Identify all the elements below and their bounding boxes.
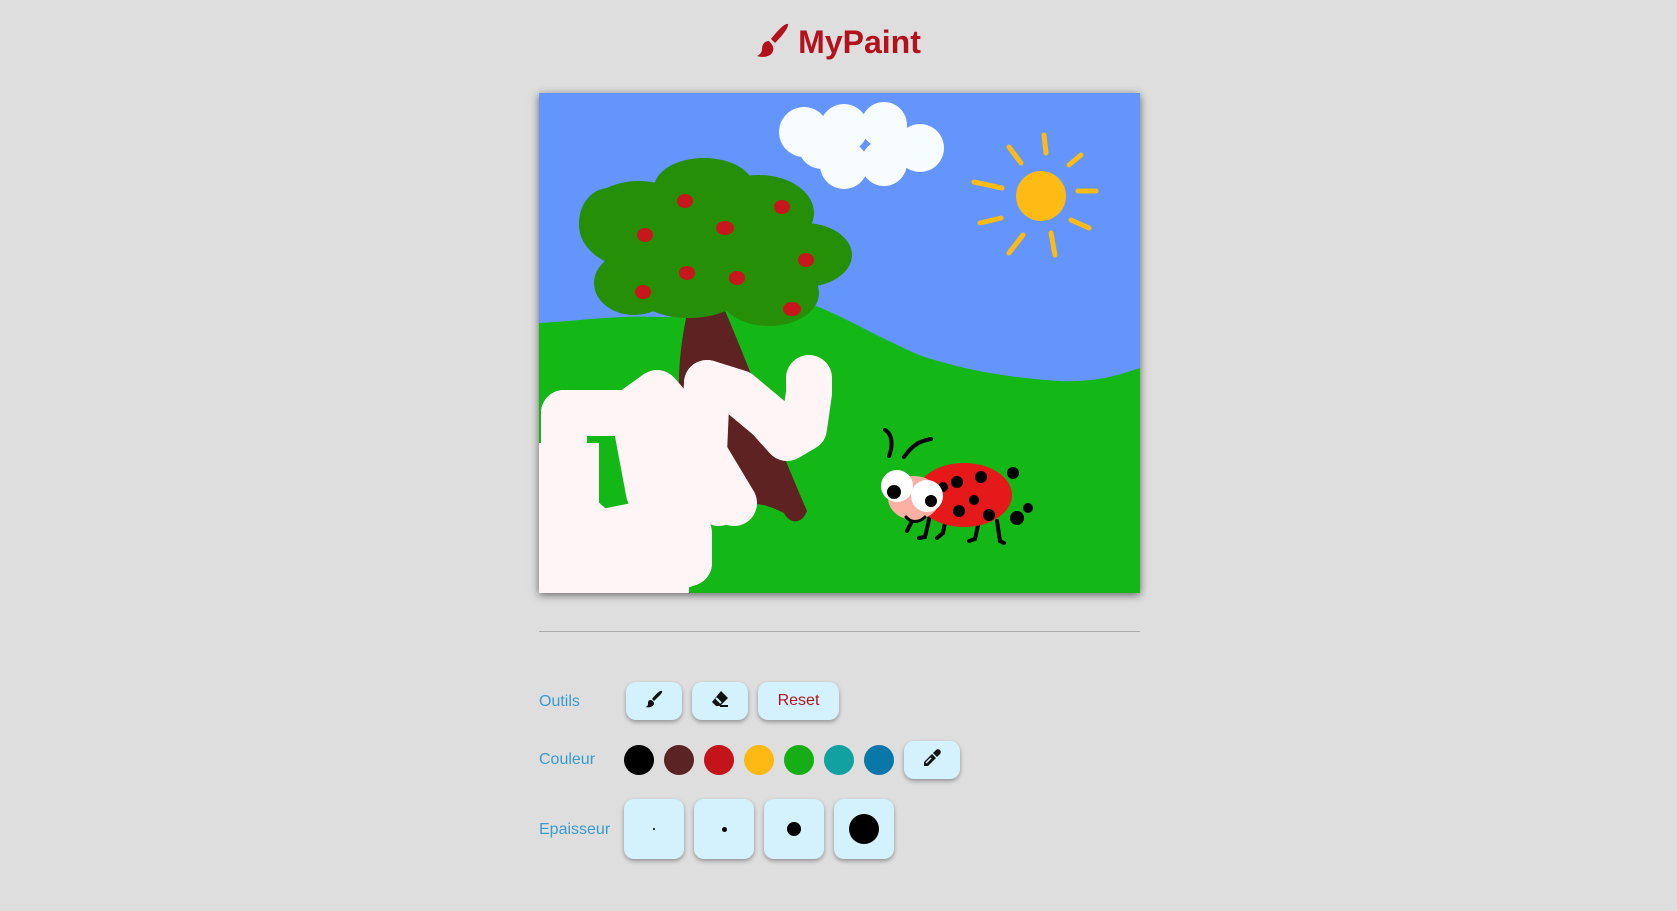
color-label: Couleur	[539, 751, 596, 768]
thickness-small-button[interactable]	[694, 799, 754, 859]
color-swatch-yellow[interactable]	[744, 745, 774, 775]
color-swatch-teal[interactable]	[824, 745, 854, 775]
tools-label: Outils	[539, 693, 580, 710]
thickness-dot	[721, 826, 727, 832]
color-swatch-green[interactable]	[784, 745, 814, 775]
reset-button[interactable]: Reset	[758, 682, 839, 720]
thickness-dot	[653, 828, 655, 830]
thickness-extra-small-button[interactable]	[624, 799, 684, 859]
color-swatch-brown[interactable]	[664, 745, 694, 775]
divider	[539, 631, 1140, 632]
eyedropper-icon	[923, 748, 941, 772]
color-swatch-black[interactable]	[624, 745, 654, 775]
brush-button[interactable]	[626, 682, 682, 720]
thickness-dot	[849, 814, 879, 844]
eraser-icon	[711, 690, 729, 713]
paintbrush-icon	[756, 22, 790, 63]
app-title: MyPaint	[798, 24, 921, 60]
thickness-medium-button[interactable]	[764, 799, 824, 859]
reset-label: Reset	[777, 692, 820, 709]
color-swatch-blue[interactable]	[864, 745, 894, 775]
thickness-label: Epaisseur	[539, 821, 611, 838]
eraser-button[interactable]	[692, 682, 748, 720]
thickness-dot	[787, 822, 801, 836]
color-swatch-red[interactable]	[704, 745, 734, 775]
thickness-large-button[interactable]	[834, 799, 894, 859]
drawing-canvas[interactable]	[539, 93, 1140, 593]
brush-icon	[645, 690, 663, 713]
color-picker-button[interactable]	[904, 741, 960, 779]
app-header: MyPaint	[0, 22, 1677, 63]
